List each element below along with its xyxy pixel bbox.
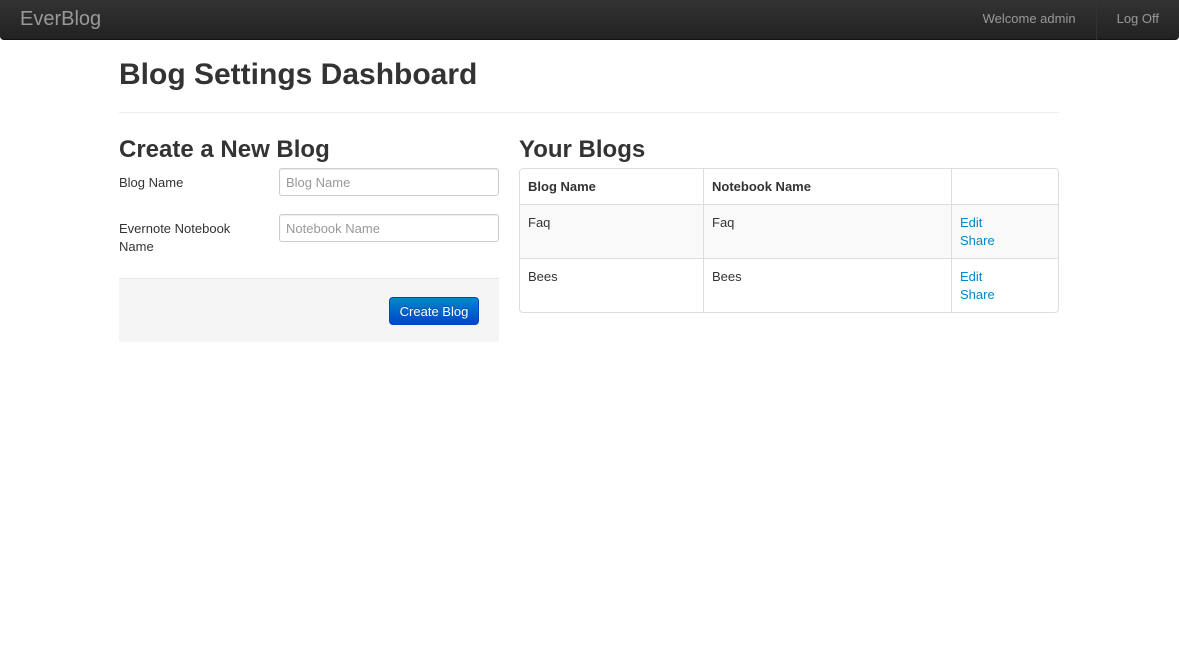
actions-cell: Edit Share	[951, 258, 1058, 312]
header-divider	[119, 112, 1059, 113]
notebook-name-input[interactable]	[279, 214, 499, 242]
column-header-notebook-name: Notebook Name	[703, 169, 951, 204]
form-actions: Create Blog	[119, 278, 499, 342]
create-blog-button[interactable]: Create Blog	[389, 297, 479, 325]
table-row: Bees Bees Edit Share	[520, 258, 1058, 312]
actions-cell: Edit Share	[951, 204, 1058, 258]
your-blogs-heading: Your Blogs	[519, 136, 646, 163]
top-navbar: EverBlog Welcome admin Log Off	[0, 0, 1179, 40]
share-link[interactable]: Share	[960, 286, 1050, 304]
edit-link[interactable]: Edit	[960, 268, 1050, 286]
notebook-name-cell: Faq	[703, 204, 951, 258]
welcome-text: Welcome admin	[982, 11, 1076, 26]
notebook-name-label: Evernote Notebook Name	[119, 221, 231, 254]
column-header-actions	[951, 169, 1058, 204]
share-link[interactable]: Share	[960, 232, 1050, 250]
blog-name-label: Blog Name	[119, 175, 184, 190]
column-header-blog-name: Blog Name	[528, 179, 596, 194]
blogs-table: Blog Name Notebook Name Faq Faq Edit Sha…	[519, 168, 1059, 313]
navbar-right: Welcome admin Log Off	[963, 0, 1179, 40]
blog-name-cell: Faq	[520, 204, 703, 258]
blog-name-input[interactable]	[279, 168, 499, 196]
brand-link[interactable]: EverBlog	[20, 8, 101, 31]
page-title: Blog Settings Dashboard	[119, 58, 478, 91]
blog-name-cell: Bees	[520, 258, 703, 312]
table-header-row: Blog Name Notebook Name	[520, 169, 1058, 204]
create-blog-heading: Create a New Blog	[119, 136, 330, 163]
table-row: Faq Faq Edit Share	[520, 204, 1058, 258]
edit-link[interactable]: Edit	[960, 214, 1050, 232]
logoff-link[interactable]: Log Off	[1117, 11, 1159, 26]
notebook-name-cell: Bees	[703, 258, 951, 312]
